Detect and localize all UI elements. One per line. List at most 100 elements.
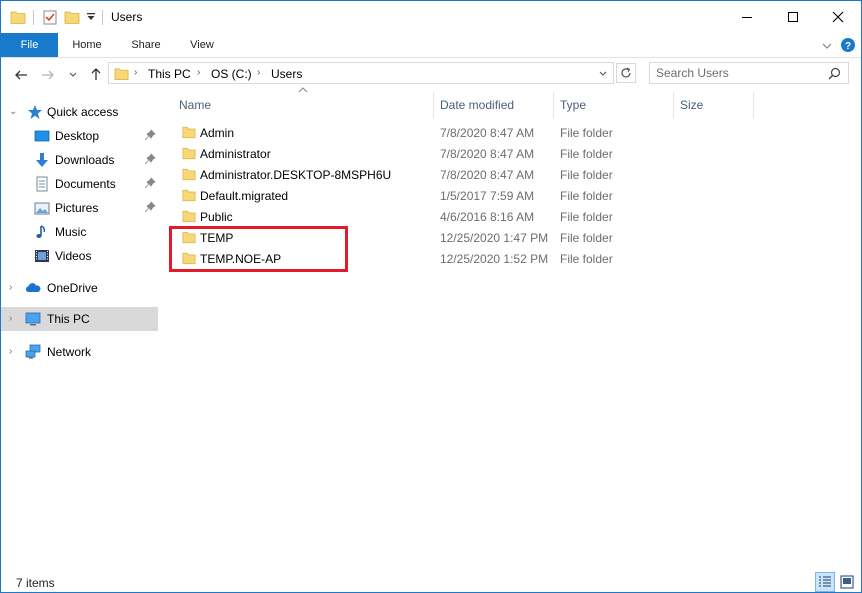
title-bar: Users bbox=[1, 1, 861, 33]
column-divider[interactable] bbox=[753, 92, 754, 118]
sidebar-item-label: Network bbox=[47, 345, 92, 359]
tab-file[interactable]: File bbox=[1, 33, 58, 57]
tab-view[interactable]: View bbox=[177, 33, 227, 57]
sidebar-item-downloads[interactable]: Downloads bbox=[1, 148, 158, 172]
pin-icon bbox=[144, 201, 156, 213]
column-header-size[interactable]: Size bbox=[674, 94, 753, 119]
sidebar-item-label: Desktop bbox=[55, 129, 100, 143]
file-type: File folder bbox=[560, 210, 613, 224]
maximize-button[interactable] bbox=[770, 1, 816, 33]
search-icon[interactable] bbox=[828, 67, 841, 80]
chevron-right-icon[interactable]: › bbox=[9, 346, 12, 357]
breadcrumb-separator: › bbox=[197, 67, 201, 78]
folder-icon bbox=[182, 189, 196, 202]
sidebar-item-onedrive[interactable]: › OneDrive bbox=[1, 276, 158, 300]
sidebar-item-documents[interactable]: Documents bbox=[1, 172, 158, 196]
chevron-expanded-icon[interactable]: ⌄ bbox=[9, 106, 17, 117]
folder-icon bbox=[182, 126, 196, 139]
file-name: Administrator bbox=[200, 147, 271, 161]
sidebar-item-label: Quick access bbox=[47, 105, 119, 119]
sidebar-item-music[interactable]: Music bbox=[1, 220, 158, 244]
ribbon-tabs: File Home Share View ? bbox=[1, 33, 861, 58]
close-button[interactable] bbox=[815, 1, 861, 33]
file-name: Public bbox=[200, 210, 233, 224]
column-header-type[interactable]: Type bbox=[554, 94, 673, 119]
table-row[interactable]: Admin 7/8/2020 8:47 AM File folder bbox=[175, 123, 775, 144]
svg-text:?: ? bbox=[845, 41, 851, 52]
table-row[interactable]: Administrator 7/8/2020 8:47 AM File fold… bbox=[175, 144, 775, 165]
sidebar-item-label: Downloads bbox=[55, 153, 115, 167]
item-count: 7 items bbox=[16, 576, 55, 590]
sidebar-item-quick-access[interactable]: ⌄ Quick access bbox=[1, 100, 158, 124]
breadcrumb-this-pc[interactable]: This PC bbox=[148, 67, 191, 81]
folder-icon bbox=[182, 168, 196, 181]
customize-toolbar-icon[interactable] bbox=[86, 12, 96, 22]
table-row[interactable]: Default.migrated 1/5/2017 7:59 AM File f… bbox=[175, 186, 775, 207]
breadcrumb-separator: › bbox=[257, 67, 261, 78]
sidebar-item-desktop[interactable]: Desktop bbox=[1, 124, 158, 148]
address-history-chevron-icon[interactable] bbox=[598, 69, 608, 79]
file-date: 7/8/2020 8:47 AM bbox=[440, 126, 535, 140]
recent-locations-button[interactable] bbox=[66, 66, 80, 84]
chevron-right-icon[interactable]: › bbox=[9, 313, 12, 324]
breadcrumb-os-c[interactable]: OS (C:) bbox=[211, 67, 252, 81]
pin-icon bbox=[144, 129, 156, 141]
forward-button[interactable] bbox=[39, 66, 57, 84]
column-header-name[interactable]: Name bbox=[171, 94, 433, 119]
column-header-date-modified[interactable]: Date modified bbox=[434, 94, 553, 119]
table-row[interactable]: TEMP.NOE-AP 12/25/2020 1:52 PM File fold… bbox=[175, 249, 775, 270]
breadcrumb-users[interactable]: Users bbox=[271, 67, 302, 81]
sidebar-item-videos[interactable]: Videos bbox=[1, 244, 158, 268]
file-type: File folder bbox=[560, 168, 613, 182]
properties-icon[interactable] bbox=[42, 9, 58, 25]
column-label: Date modified bbox=[440, 98, 515, 112]
refresh-icon bbox=[621, 67, 631, 78]
sidebar-item-this-pc[interactable]: › This PC bbox=[1, 307, 158, 331]
table-row[interactable]: Administrator.DESKTOP-8MSPH6U 7/8/2020 8… bbox=[175, 165, 775, 186]
sidebar-item-label: OneDrive bbox=[47, 281, 98, 295]
cloud-icon bbox=[25, 283, 41, 292]
back-button[interactable] bbox=[12, 66, 30, 84]
sidebar-item-label: Documents bbox=[55, 177, 116, 191]
close-icon bbox=[832, 11, 844, 23]
pin-icon bbox=[144, 153, 156, 165]
search-box[interactable] bbox=[649, 62, 849, 84]
folder-icon bbox=[182, 210, 196, 223]
help-button[interactable]: ? bbox=[840, 36, 856, 54]
file-date: 12/25/2020 1:47 PM bbox=[440, 231, 549, 245]
sidebar-item-label: This PC bbox=[47, 312, 90, 326]
minimize-button[interactable] bbox=[724, 1, 770, 33]
tab-home[interactable]: Home bbox=[61, 33, 113, 57]
search-input[interactable] bbox=[656, 66, 826, 80]
chevron-down-icon bbox=[69, 72, 77, 77]
tab-share[interactable]: Share bbox=[120, 33, 172, 57]
file-type: File folder bbox=[560, 126, 613, 140]
sort-ascending-icon bbox=[298, 87, 308, 93]
file-type: File folder bbox=[560, 189, 613, 203]
refresh-button[interactable] bbox=[616, 63, 636, 83]
table-row[interactable]: Public 4/6/2016 8:16 AM File folder bbox=[175, 207, 775, 228]
explorer-window: Users File Home Share View ? › This PC ›… bbox=[0, 0, 862, 593]
up-arrow-icon bbox=[91, 68, 101, 80]
new-folder-icon[interactable] bbox=[64, 9, 80, 25]
column-label: Size bbox=[680, 98, 704, 112]
sidebar-item-pictures[interactable]: Pictures bbox=[1, 196, 158, 220]
file-list: Name Date modified Type Size Admin 7/8/2… bbox=[161, 87, 861, 561]
details-view-button[interactable] bbox=[815, 572, 835, 592]
folder-icon bbox=[182, 231, 196, 244]
maximize-icon bbox=[788, 12, 798, 22]
table-row[interactable]: TEMP 12/25/2020 1:47 PM File folder bbox=[175, 228, 775, 249]
up-button[interactable] bbox=[87, 65, 105, 83]
back-arrow-icon bbox=[15, 70, 27, 80]
details-view-icon bbox=[819, 576, 831, 587]
title-separator bbox=[102, 10, 103, 25]
folder-icon bbox=[182, 252, 196, 265]
expand-ribbon-button[interactable] bbox=[819, 37, 835, 55]
sidebar-item-network[interactable]: › Network bbox=[1, 340, 158, 364]
sidebar-item-label: Pictures bbox=[55, 201, 99, 215]
chevron-right-icon[interactable]: › bbox=[9, 282, 12, 293]
file-date: 7/8/2020 8:47 AM bbox=[440, 168, 535, 182]
large-icons-view-button[interactable] bbox=[837, 572, 857, 592]
address-bar[interactable]: › This PC › OS (C:) › Users bbox=[108, 62, 614, 84]
forward-arrow-icon bbox=[42, 70, 54, 80]
